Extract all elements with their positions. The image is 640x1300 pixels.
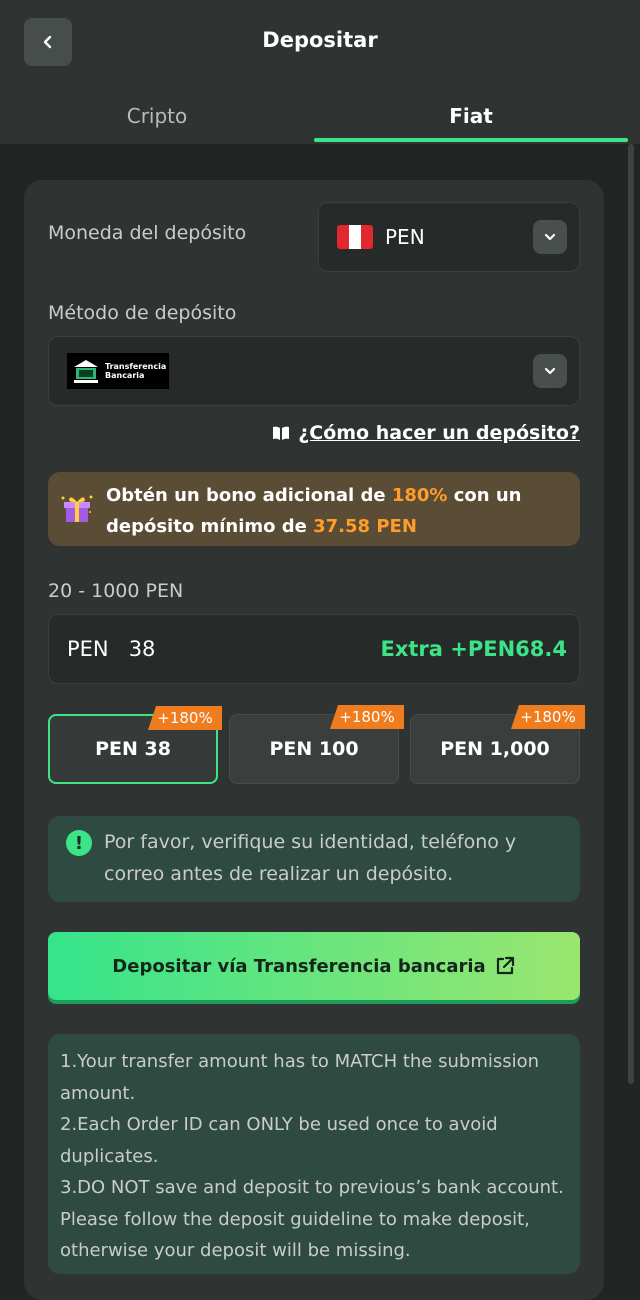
deposit-button-label: Depositar vía Transferencia bancaria <box>112 955 486 977</box>
gift-icon <box>61 495 93 522</box>
tab-cripto[interactable]: Cripto <box>0 88 314 144</box>
bank-logo-text-1: Transferencia <box>105 362 167 371</box>
chip-bonus-badge: +180% <box>511 705 585 729</box>
bonus-text: Obtén un bono adicional de 180% con un d… <box>106 485 522 537</box>
deposit-instructions: 1.Your transfer amount has to MATCH the … <box>48 1034 580 1274</box>
page-title: Depositar <box>262 28 378 52</box>
currency-value: PEN <box>385 225 425 249</box>
bank-icon <box>74 360 98 383</box>
currency-label: Moneda del depósito <box>48 222 247 244</box>
amount-chip-100[interactable]: PEN 100 +180% <box>229 705 404 784</box>
book-icon <box>273 426 290 440</box>
bank-logo-text-2: Bancaria <box>105 371 145 380</box>
tab-bar: Cripto Fiat <box>0 88 640 144</box>
currency-dropdown-button[interactable] <box>533 220 567 254</box>
chip-bonus-badge: +180% <box>148 706 222 730</box>
amount-value: PEN 38 <box>67 637 156 661</box>
instruction-item: 3.DO NOT save and deposit to previous’s … <box>60 1177 564 1261</box>
notice-text: Por favor, verifique su identidad, teléf… <box>104 831 517 885</box>
amount-chip-1000[interactable]: PEN 1,000 +180% <box>410 705 585 784</box>
chevron-down-icon <box>544 233 556 241</box>
header: Depositar <box>0 0 640 88</box>
chevron-down-icon <box>544 367 556 375</box>
deposit-card: Moneda del depósito PEN Método de depósi… <box>24 180 604 1300</box>
bonus-percent: 180% <box>391 485 448 506</box>
tab-fiat[interactable]: Fiat <box>314 88 628 144</box>
instruction-item: 2.Each Order ID can ONLY be used once to… <box>60 1114 498 1167</box>
bonus-minimum: 37.58 PEN <box>313 516 417 537</box>
scrollbar[interactable] <box>628 144 634 1084</box>
chip-label: PEN 100 <box>269 738 359 760</box>
how-to-deposit-label: ¿Cómo hacer un depósito? <box>298 422 580 444</box>
bonus-banner: Obtén un bono adicional de 180% con un d… <box>48 472 580 546</box>
extra-bonus: Extra +PEN68.4 <box>380 637 568 661</box>
currency-select[interactable]: PEN <box>318 202 580 272</box>
amount-chip-38[interactable]: PEN 38 +180% <box>48 706 222 784</box>
chip-bonus-badge: +180% <box>330 705 404 729</box>
method-label: Método de depósito <box>48 302 237 324</box>
deposit-button[interactable]: Depositar vía Transferencia bancaria <box>48 932 580 1000</box>
instruction-item: 1.Your transfer amount has to MATCH the … <box>60 1051 540 1104</box>
amount-input[interactable]: PEN 38 Extra +PEN68.4 <box>48 614 580 684</box>
chip-label: PEN 38 <box>95 738 171 760</box>
peru-flag-icon <box>337 225 373 249</box>
external-link-icon <box>496 956 514 975</box>
amount-range: 20 - 1000 PEN <box>48 580 184 602</box>
method-dropdown-button[interactable] <box>533 354 567 388</box>
chip-label: PEN 1,000 <box>440 738 550 760</box>
exclamation-icon: ! <box>66 830 92 856</box>
how-to-deposit-link[interactable]: ¿Cómo hacer un depósito? <box>272 422 580 444</box>
method-select[interactable]: Transferencia Bancaria <box>48 336 580 406</box>
bank-transfer-logo: Transferencia Bancaria <box>67 353 169 389</box>
verification-notice: ! Por favor, verifique su identidad, tel… <box>48 816 580 902</box>
active-tab-indicator <box>314 138 628 142</box>
